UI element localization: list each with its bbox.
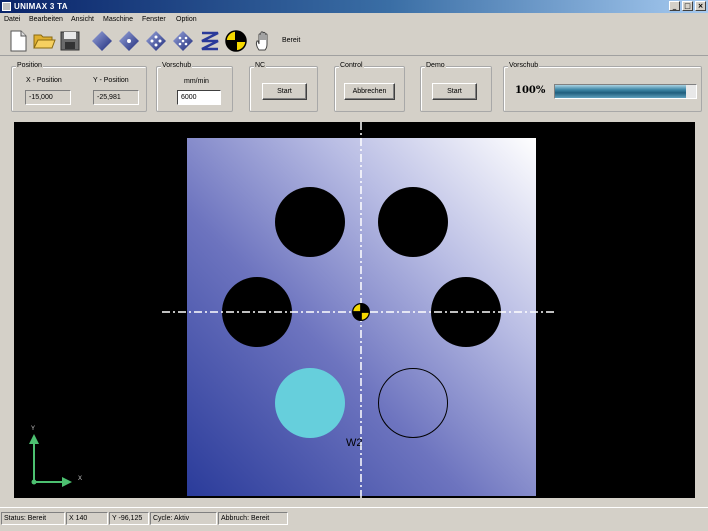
feed-rate-bar-fill — [555, 85, 687, 98]
feed-rate-percent: 100% — [515, 85, 546, 96]
position-group-label: Position — [16, 61, 43, 70]
x-position-label: X - Position — [26, 77, 62, 84]
status-text: Status: Bereit — [1, 512, 65, 525]
menu-maschine[interactable]: Maschine — [103, 15, 133, 24]
menu-ansicht[interactable]: Ansicht — [71, 15, 94, 24]
demo-group: Demo Start — [420, 61, 492, 112]
window-title: UNIMAX 3 TA — [14, 2, 68, 11]
tool-position-marker-icon — [352, 303, 370, 321]
menu-option[interactable]: Option — [176, 15, 197, 24]
y-position-label: Y - Position — [93, 77, 129, 84]
menu-bearbeiten[interactable]: Bearbeiten — [29, 15, 63, 24]
open-folder-icon[interactable] — [32, 29, 56, 53]
minimize-button[interactable]: _ — [669, 1, 680, 11]
feed-rate-group: Vorschub 100% — [503, 61, 702, 112]
control-group: Control Abbrechen — [334, 61, 405, 112]
toolbar: Bereit — [0, 26, 708, 56]
status-x: X 140 — [66, 512, 108, 525]
status-y: Y -96,125 — [109, 512, 149, 525]
title-bar: UNIMAX 3 TA _ □ × — [0, 0, 708, 13]
status-bar: Status: Bereit X 140 Y -96,125 Cycle: Ak… — [0, 507, 708, 531]
diamond-pattern-icon[interactable] — [171, 29, 195, 53]
feed-unit-label: mm/min — [184, 78, 209, 85]
machine-canvas[interactable]: W2 Y X — [14, 122, 695, 498]
diamond-solid-icon[interactable] — [90, 29, 114, 53]
menu-fenster[interactable]: Fenster — [142, 15, 166, 24]
diamond-cross-icon[interactable] — [144, 29, 168, 53]
y-axis-label: Y — [31, 426, 36, 432]
demo-start-button[interactable]: Start — [432, 83, 477, 100]
feed-rate-bar[interactable] — [554, 84, 697, 99]
save-disk-icon[interactable] — [58, 29, 82, 53]
control-panel-area: Position X - Position Y - Position -15,0… — [0, 56, 708, 118]
feed-rate-group-label: Vorschub — [508, 61, 540, 70]
diamond-dot-icon[interactable] — [117, 29, 141, 53]
new-file-icon[interactable] — [6, 29, 30, 53]
crosshair-target-icon[interactable] — [224, 29, 248, 53]
feed-input[interactable]: 6000 — [177, 90, 221, 105]
feed-group-label: Vorschub — [161, 61, 193, 70]
zigzag-tool-icon[interactable] — [198, 29, 222, 53]
y-position-field: -25,981 — [93, 90, 139, 105]
status-cycle: Cycle: Aktiv — [150, 512, 217, 525]
abort-button[interactable]: Abbrechen — [344, 83, 395, 100]
maximize-button[interactable]: □ — [682, 1, 693, 11]
hand-icon[interactable] — [252, 29, 276, 53]
toolbar-status-text: Bereit — [282, 37, 301, 44]
app-icon — [2, 2, 11, 11]
x-position-field: -15,000 — [25, 90, 71, 105]
feed-group: Vorschub mm/min 6000 — [156, 61, 233, 112]
close-button[interactable]: × — [695, 1, 706, 11]
menu-bar: Datei Bearbeiten Ansicht Maschine Fenste… — [0, 13, 708, 26]
nc-start-button[interactable]: Start — [262, 83, 307, 100]
control-group-label: Control — [339, 61, 364, 70]
x-axis-label: X — [78, 476, 83, 482]
status-abort: Abbruch: Bereit — [218, 512, 288, 525]
menu-datei[interactable]: Datei — [4, 15, 20, 24]
demo-group-label: Demo — [425, 61, 446, 70]
nc-group-label: NC — [254, 61, 267, 70]
nc-group: NC Start — [249, 61, 318, 112]
position-group: Position X - Position Y - Position -15,0… — [11, 61, 147, 112]
